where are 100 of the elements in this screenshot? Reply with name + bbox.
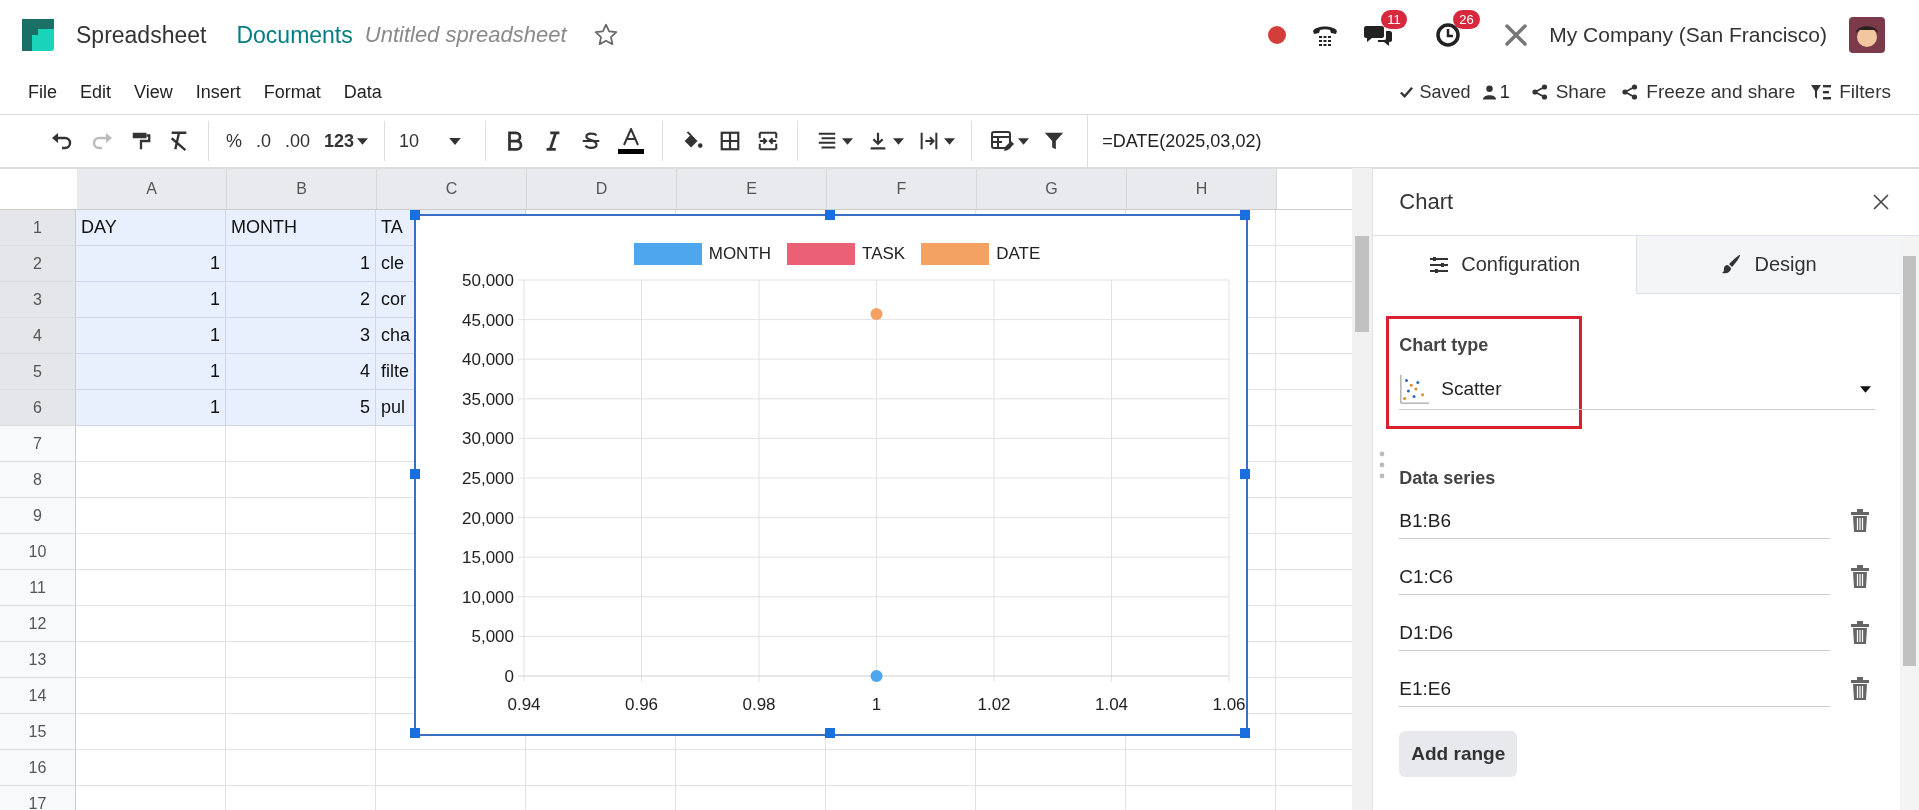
filters-button[interactable]: Filters	[1803, 81, 1899, 103]
section-label: Data series	[1399, 467, 1496, 489]
caret-icon[interactable]	[893, 137, 905, 145]
range-input[interactable]: D1:D6	[1399, 615, 1830, 651]
share-icon[interactable]	[1622, 84, 1639, 100]
menu-item[interactable]: Insert	[195, 81, 241, 103]
caret-icon[interactable]	[1018, 137, 1030, 145]
axis-tick-label: 35,000	[462, 389, 514, 409]
borders-icon[interactable]	[719, 130, 742, 152]
resize-handle[interactable]	[1240, 469, 1250, 479]
column-header[interactable]: C	[377, 169, 527, 209]
panel-tab[interactable]: Design	[1636, 236, 1900, 294]
formula-bar[interactable]: =DATE(2025,03,02)	[1087, 115, 1919, 167]
range-input[interactable]: E1:E6	[1399, 671, 1830, 707]
number-format-button[interactable]: .0	[249, 130, 279, 152]
share-button[interactable]: Freeze and share	[1614, 81, 1804, 103]
row-header[interactable]: 16	[0, 750, 76, 786]
paint-format-icon[interactable]	[130, 130, 152, 152]
scrollbar[interactable]	[1900, 236, 1919, 810]
number-format-button[interactable]: 123	[317, 130, 362, 152]
app-name[interactable]: Spreadsheet	[76, 21, 207, 49]
row-header[interactable]: 3	[0, 282, 76, 318]
menu-item[interactable]: Data	[343, 81, 382, 103]
trash-icon[interactable]	[1850, 621, 1870, 645]
merge-cells-icon[interactable]	[757, 130, 780, 152]
recording-dot-icon[interactable]	[1267, 25, 1288, 45]
share-icon[interactable]	[1531, 84, 1548, 100]
row-header[interactable]: 12	[0, 606, 76, 642]
caret-icon[interactable]	[449, 137, 462, 145]
user-avatar[interactable]	[1849, 17, 1885, 53]
column-header[interactable]: H	[1127, 169, 1277, 209]
company-switcher[interactable]: My Company (San Francisco)	[1549, 23, 1827, 47]
star-icon[interactable]	[592, 22, 619, 48]
scatter-chart-icon[interactable]	[1399, 373, 1432, 405]
column-header[interactable]: G	[977, 169, 1127, 209]
font-size-dropdown[interactable]: 10	[395, 130, 476, 152]
trash-icon[interactable]	[1850, 677, 1870, 701]
app-logo-icon[interactable]	[22, 19, 54, 51]
column-header[interactable]: A	[77, 169, 227, 209]
row-header[interactable]: 11	[0, 570, 76, 606]
breadcrumb-link[interactable]: Documents	[236, 21, 353, 49]
trash-icon[interactable]	[1850, 565, 1870, 589]
row-header[interactable]: 5	[0, 354, 76, 390]
text-color-icon[interactable]	[618, 128, 645, 154]
table-cell: MONTH	[226, 210, 376, 246]
column-header[interactable]: B	[227, 169, 377, 209]
range-input[interactable]: B1:B6	[1399, 503, 1830, 539]
row-header[interactable]: 4	[0, 318, 76, 354]
resize-handle[interactable]	[410, 728, 420, 738]
scrollbar[interactable]	[1352, 168, 1372, 810]
sliders-icon[interactable]	[1429, 255, 1450, 274]
range-input[interactable]: C1:C6	[1399, 559, 1830, 595]
table-cell: DAY	[76, 210, 226, 246]
resize-handle[interactable]	[825, 210, 835, 220]
row-header[interactable]: 7	[0, 426, 76, 462]
row-header[interactable]: 15	[0, 714, 76, 750]
row-header[interactable]: 9	[0, 498, 76, 534]
caret-icon[interactable]	[1860, 385, 1872, 393]
row-header[interactable]: 8	[0, 462, 76, 498]
menu-item[interactable]: View	[134, 81, 173, 103]
drag-handle-icon[interactable]	[1379, 451, 1386, 479]
table-cell: 5	[226, 390, 376, 426]
caret-icon[interactable]	[842, 137, 854, 145]
share-button[interactable]: Share	[1523, 81, 1615, 103]
row-header[interactable]: 13	[0, 642, 76, 678]
table-edit-icon[interactable]	[990, 129, 1015, 153]
column-header[interactable]: E	[677, 169, 827, 209]
caret-icon[interactable]	[357, 137, 369, 145]
row-header[interactable]: 17	[0, 786, 76, 810]
caret-icon[interactable]	[944, 137, 956, 145]
row-header[interactable]: 10	[0, 534, 76, 570]
filter-icon[interactable]	[1811, 84, 1832, 100]
axis-tick-label: 10,000	[462, 587, 514, 607]
axis-tick-label: 5,000	[471, 627, 514, 647]
number-format-button[interactable]: .00	[278, 130, 318, 152]
column-header[interactable]: F	[827, 169, 977, 209]
number-format-button[interactable]: %	[219, 130, 249, 152]
table-cell: 2	[226, 282, 376, 318]
chart-type-select[interactable]: Scatter	[1399, 369, 1876, 410]
close-icon[interactable]	[1873, 194, 1889, 210]
resize-handle[interactable]	[1240, 210, 1250, 220]
menu-item[interactable]: Format	[263, 81, 321, 103]
resize-handle[interactable]	[825, 728, 835, 738]
axis-tick-label: 0.94	[507, 695, 541, 714]
resize-handle[interactable]	[1240, 728, 1250, 738]
column-header[interactable]: D	[527, 169, 677, 209]
menu-item[interactable]: File	[28, 81, 57, 103]
row-header[interactable]: 6	[0, 390, 76, 426]
resize-handle[interactable]	[410, 210, 420, 220]
add-range-button[interactable]: Add range	[1399, 731, 1518, 777]
row-header[interactable]: 14	[0, 678, 76, 714]
user-icon	[1482, 84, 1496, 100]
trash-icon[interactable]	[1850, 509, 1870, 533]
resize-handle[interactable]	[410, 469, 420, 479]
menu-item[interactable]: Edit	[80, 81, 112, 103]
row-header[interactable]: 2	[0, 246, 76, 282]
tools-icon[interactable]	[1503, 22, 1530, 48]
row-header[interactable]: 1	[0, 210, 76, 246]
clock-icon[interactable]	[1435, 22, 1462, 48]
brush-icon[interactable]	[1720, 253, 1743, 276]
